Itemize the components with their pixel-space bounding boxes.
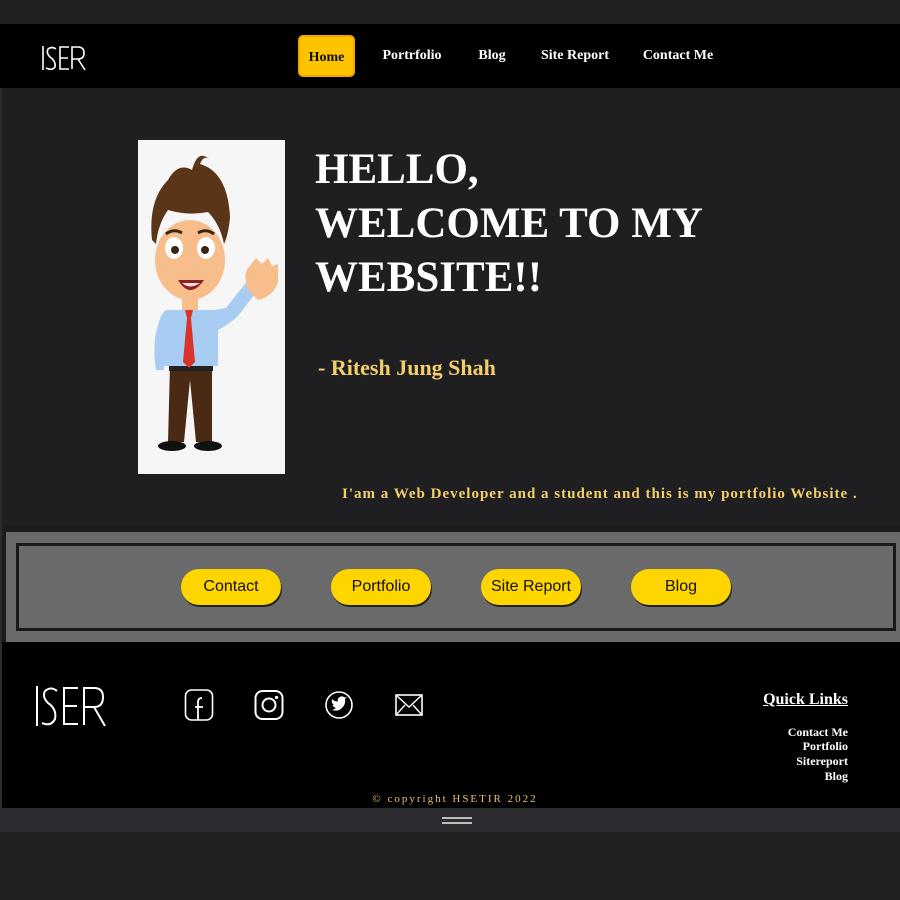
copyright-text: © copyright HSETIR 2022 — [372, 793, 538, 805]
greeting-line-3: WEBSITE!! — [315, 254, 543, 301]
cartoon-avatar-image — [138, 140, 285, 474]
contact-button[interactable]: Contact — [181, 569, 281, 605]
quick-link-portfolio[interactable]: Portfolio — [803, 739, 848, 754]
quick-link-sitereport[interactable]: Sitereport — [796, 754, 848, 769]
nav-home[interactable]: Home — [298, 35, 355, 77]
navbar — [0, 24, 900, 88]
hero-tagline: I'am a Web Developer and a student and t… — [342, 486, 858, 502]
facebook-icon[interactable] — [184, 688, 214, 722]
greeting-line-2: WELCOME TO MY — [315, 200, 703, 247]
author-name: - Ritesh Jung Shah — [318, 355, 496, 380]
quick-link-blog[interactable]: Blog — [825, 769, 848, 784]
nav-contact-me[interactable]: Contact Me — [642, 35, 714, 77]
portfolio-button[interactable]: Portfolio — [331, 569, 431, 605]
mail-icon[interactable] — [394, 688, 424, 722]
quick-links-title: Quick Links — [763, 691, 848, 708]
site-report-button[interactable]: Site Report — [481, 569, 581, 605]
nav-portfolio[interactable]: Portrfolio — [380, 35, 444, 77]
hero-greeting: HELLO, WELCOME TO MY WEBSITE!! — [315, 143, 703, 305]
blog-button[interactable]: Blog — [631, 569, 731, 605]
greeting-line-1: HELLO, — [315, 146, 479, 193]
logo[interactable] — [40, 43, 86, 73]
instagram-icon[interactable] — [254, 688, 284, 722]
twitter-icon[interactable] — [324, 688, 354, 722]
nav-site-report[interactable]: Site Report — [540, 35, 610, 77]
drag-handle-icon[interactable] — [442, 816, 472, 826]
button-band-inner — [16, 543, 896, 631]
footer-logo[interactable] — [33, 683, 107, 729]
footer — [2, 642, 900, 808]
nav-blog[interactable]: Blog — [475, 35, 509, 77]
quick-link-contact-me[interactable]: Contact Me — [788, 725, 848, 740]
